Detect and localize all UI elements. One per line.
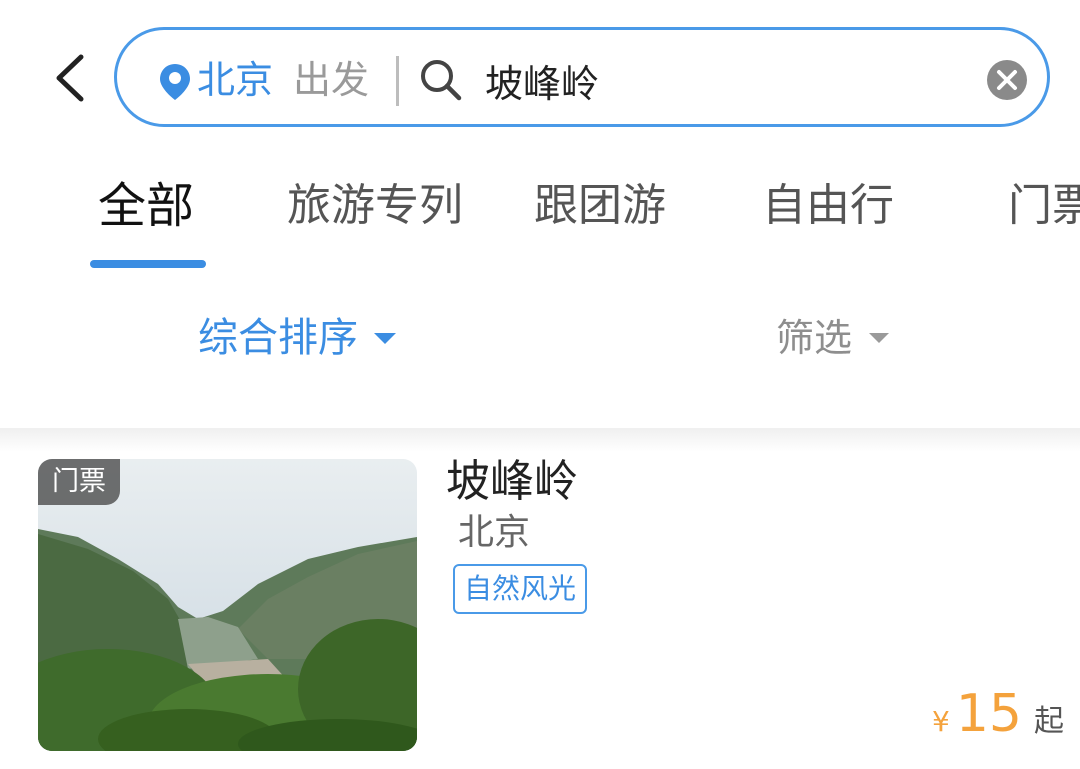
search-divider	[396, 56, 399, 106]
search-icon	[421, 60, 462, 101]
departure-city[interactable]: 北京	[197, 54, 273, 106]
result-thumbnail: 门票	[38, 459, 417, 751]
clear-icon[interactable]	[985, 58, 1029, 102]
sort-filter-bar: 综合排序 筛选	[0, 300, 1080, 380]
search-input[interactable]	[485, 52, 965, 108]
tab-tickets[interactable]: 门票	[1008, 176, 1080, 236]
caret-down-icon	[869, 333, 890, 343]
departure-label[interactable]: 出发	[293, 54, 369, 106]
result-title: 坡峰岭	[446, 456, 578, 507]
ticket-badge: 门票	[38, 459, 120, 505]
category-tabs: 全部 旅游专列 跟团游 自由行 门票	[0, 160, 1080, 270]
search-bar: 北京 出发	[114, 27, 1050, 127]
back-button[interactable]	[44, 50, 96, 106]
result-price: ¥ 15 起	[932, 682, 1064, 746]
price-value: 15	[955, 684, 1022, 744]
section-separator	[0, 428, 1080, 452]
search-results-page: 北京 出发 全部 旅游专列 跟团游 自由行 门票 综合排序 筛选	[0, 0, 1080, 769]
active-tab-indicator	[90, 260, 206, 268]
filter-button[interactable]: 筛选	[776, 310, 892, 366]
tab-tourist-train[interactable]: 旅游专列	[287, 176, 463, 236]
filter-label: 筛选	[776, 316, 853, 360]
result-city: 北京	[458, 512, 531, 553]
tab-group-tour[interactable]: 跟团游	[534, 176, 666, 236]
price-currency: ¥	[932, 705, 950, 738]
location-pin-icon	[160, 64, 190, 100]
price-suffix: 起	[1034, 704, 1064, 739]
chevron-left-icon	[56, 54, 84, 102]
result-card[interactable]: 门票 坡峰岭 北京 自然风光 ¥ 15 起	[0, 450, 1080, 769]
sort-button[interactable]: 综合排序	[198, 310, 398, 366]
tab-free-travel[interactable]: 自由行	[762, 176, 894, 236]
sort-label: 综合排序	[198, 315, 358, 361]
caret-down-icon	[374, 333, 396, 344]
result-tag: 自然风光	[453, 564, 588, 614]
tab-all[interactable]: 全部	[98, 176, 194, 236]
